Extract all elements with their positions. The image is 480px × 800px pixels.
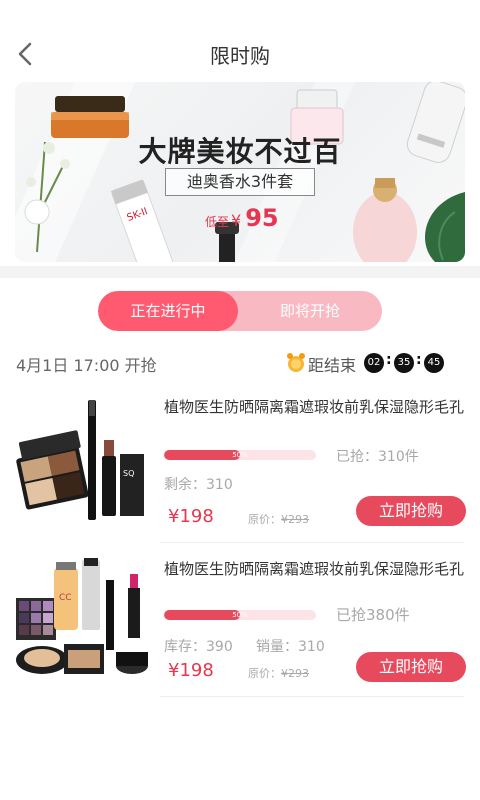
product-card[interactable]: SQ 植物医生防晒隔离霜遮瑕妆前乳保湿隐形毛孔 50% 已抢：310件 剩余：3… (0, 396, 480, 546)
banner-price-prefix: 低至 (205, 215, 230, 229)
progress-bar: 50% (164, 610, 316, 620)
countdown-minutes: 35 (394, 353, 414, 373)
tab-upcoming[interactable]: 即将开抢 (238, 291, 382, 331)
remaining-count: 剩余：310 (164, 477, 233, 493)
countdown-hours: 02 (364, 353, 384, 373)
promo-banner[interactable]: SK-II 大牌美妆不过百 迪奥香水3件套 低至 ¥95 (15, 82, 465, 262)
progress-label: 50% (232, 611, 248, 619)
svg-text:CC: CC (59, 593, 72, 603)
product-title: 植物医生防晒隔离霜遮瑕妆前乳保湿隐形毛孔 (164, 560, 465, 578)
product-image: CC (16, 558, 148, 674)
buy-now-button[interactable]: 立即抢购 (356, 652, 466, 682)
nav-bar: 限时购 (0, 0, 480, 80)
stock-count: 库存：390 (164, 639, 233, 655)
sold-count: 已抢：310件 (336, 449, 419, 465)
item-divider (160, 542, 464, 543)
sale-price: ¥198 (168, 660, 214, 681)
countdown-seconds: 45 (424, 353, 444, 373)
original-price-value: ¥293 (281, 667, 309, 680)
product-title: 植物医生防晒隔离霜遮瑕妆前乳保湿隐形毛孔 (164, 398, 465, 416)
sale-price: ¥198 (168, 506, 214, 527)
tab-in-progress[interactable]: 正在进行中 (98, 291, 238, 331)
session-start-time: 4月1日 17:00 开抢 (16, 356, 157, 375)
original-price-value: ¥293 (281, 513, 309, 526)
original-price-label: 原价： (248, 513, 281, 526)
original-price-label: 原价： (248, 667, 281, 680)
product-card[interactable]: CC 植物医生防晒隔离霜遮瑕妆前乳保湿隐形毛孔 50% 已抢380件 库存：39… (0, 558, 480, 708)
countdown-colon: : (386, 352, 392, 368)
alarm-clock-icon (287, 353, 305, 372)
banner-price-value: 95 (245, 204, 279, 232)
banner-headline: 大牌美妆不过百 (138, 135, 342, 168)
section-divider (0, 266, 480, 278)
original-price: 原价：¥293 (248, 511, 309, 527)
sales-count: 销量：310 (256, 639, 325, 655)
svg-text:SQ: SQ (123, 469, 134, 478)
progress-bar: 50% (164, 450, 316, 460)
progress-label: 50% (232, 451, 248, 459)
buy-now-button[interactable]: 立即抢购 (356, 496, 466, 526)
item-divider (160, 696, 464, 697)
tab-bar: 正在进行中 即将开抢 (98, 291, 382, 331)
countdown-colon: : (416, 352, 422, 368)
sold-count: 已抢380件 (336, 606, 410, 624)
banner-subtitle: 迪奥香水3件套 (165, 168, 315, 196)
page-title: 限时购 (210, 44, 270, 68)
product-image: SQ (16, 400, 144, 520)
original-price: 原价：¥293 (248, 665, 309, 681)
countdown-label: 距结束 (308, 356, 357, 375)
banner-price-currency: ¥ (231, 211, 242, 230)
banner-price: 低至 ¥95 (205, 204, 279, 232)
